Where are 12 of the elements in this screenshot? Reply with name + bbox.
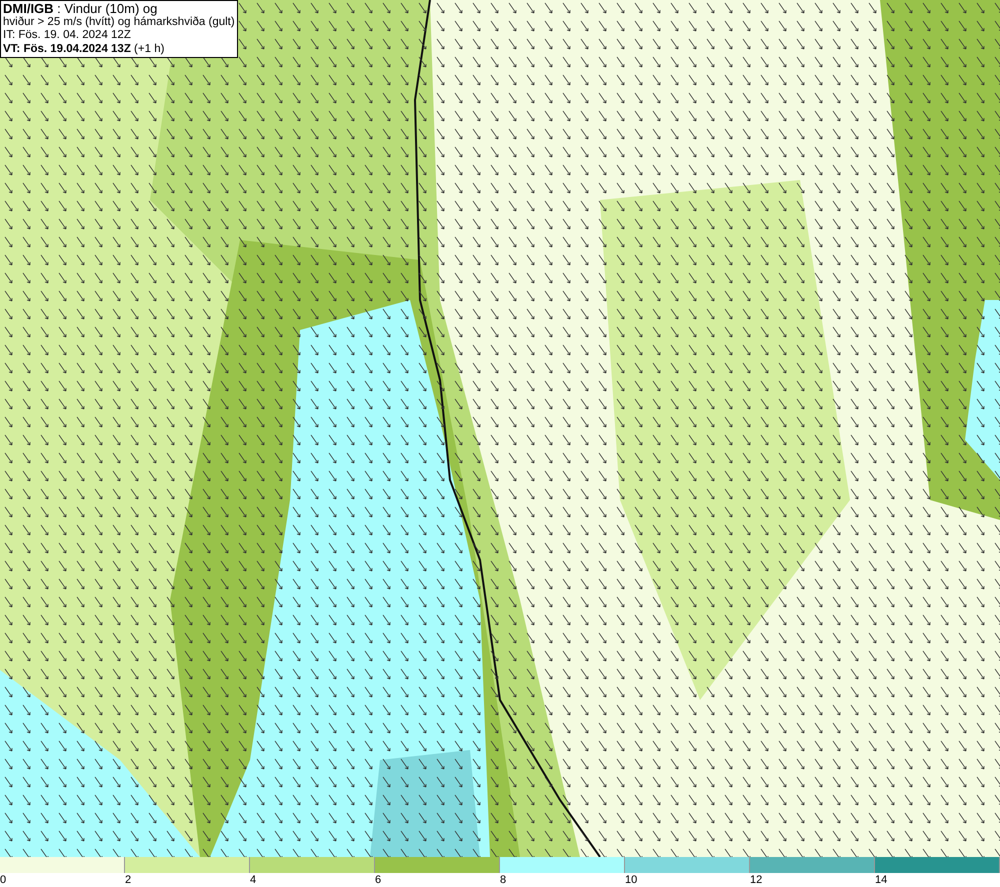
info-text: IT: Fös. 19. 04. 2024 12Z	[3, 29, 132, 42]
info-text: VT: Fös. 19.04.2024 13Z (+1 h)	[3, 42, 166, 56]
legend-label: 0	[0, 873, 6, 887]
legend-label: 4	[250, 873, 256, 887]
info-text: DMI/IGB : Vindur (10m) og	[3, 2, 158, 16]
legend-label: 14	[875, 873, 888, 887]
legend-label: 6	[375, 873, 382, 887]
legend-label: 8	[500, 873, 506, 887]
legend-label: 12	[750, 873, 762, 887]
legend-label: 10	[625, 873, 638, 887]
info-text: hviður > 25 m/s (hvítt) og hámarkshviða (gult)	[3, 16, 235, 29]
legend-label: 2	[125, 873, 132, 887]
